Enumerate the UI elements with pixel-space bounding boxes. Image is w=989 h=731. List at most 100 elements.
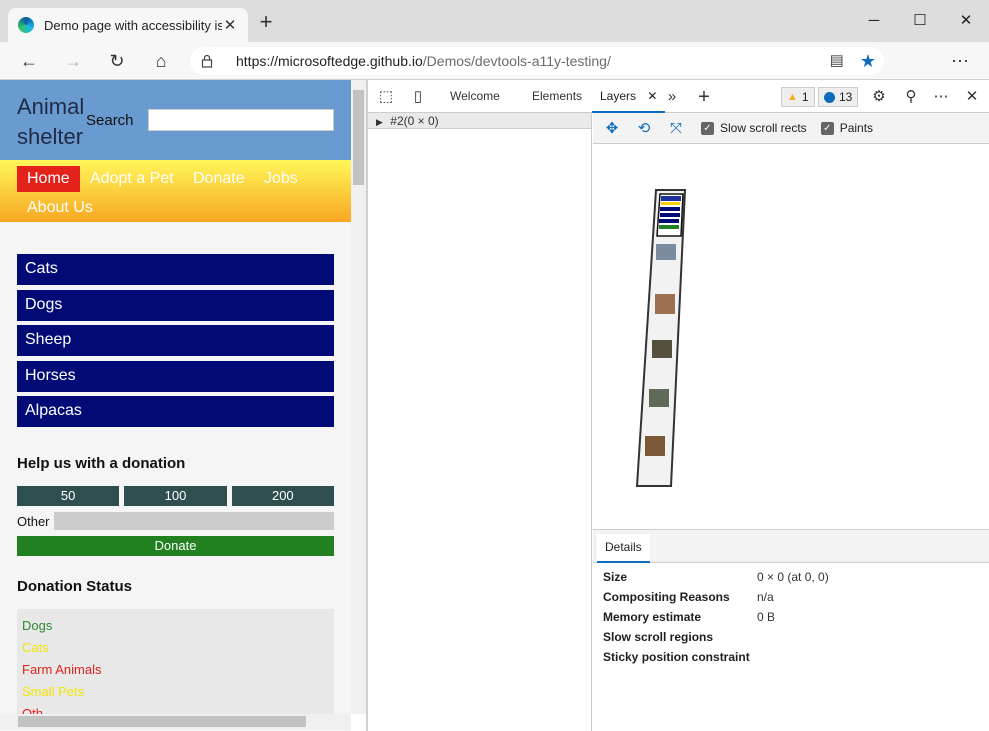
search-input[interactable] <box>148 109 334 131</box>
close-window-button[interactable]: ✕ <box>943 8 989 34</box>
tab-welcome[interactable]: Welcome <box>450 80 500 113</box>
tab-elements[interactable]: Elements <box>532 80 582 113</box>
nav-jobs[interactable]: Jobs <box>264 170 298 188</box>
amount-button-200[interactable]: 200 <box>231 486 334 506</box>
vertical-scroll-thumb[interactable] <box>353 90 364 185</box>
amount-button-100[interactable]: 100 <box>124 486 227 506</box>
warning-icon: ▲ <box>787 91 798 103</box>
site-nav: Home Adopt a Pet Donate Jobs About Us <box>0 160 351 222</box>
menu-item-sheep[interactable]: Sheep <box>17 325 334 356</box>
checkbox-checked-icon: ✓ <box>820 121 834 135</box>
slow-scroll-rects-label: Slow scroll rects <box>720 121 807 135</box>
address-bar[interactable]: https://microsoftedge.github.io/Demos/de… <box>190 47 884 75</box>
more-menu-button[interactable]: ⋯ <box>947 48 973 74</box>
slow-scroll-rects-checkbox[interactable]: ✓ Slow scroll rects <box>701 121 807 135</box>
details-key: Sticky position constraint <box>603 650 750 664</box>
details-row: Sticky position constraint <box>603 647 979 667</box>
site-header: Animal shelter Search <box>0 80 351 160</box>
menu-item-horses[interactable]: Horses <box>17 360 334 392</box>
web-page: Animal shelter Search Home Adopt a Pet D… <box>0 80 351 731</box>
devtools-panel: ⬚ ▯ Welcome Elements Layers ✕ » + ▲ 1 13… <box>368 80 989 731</box>
rotate-mode-icon[interactable]: ⟲ <box>633 119 655 137</box>
home-button[interactable]: ⌂ <box>148 48 174 74</box>
menu-item-cats[interactable]: Cats <box>17 254 334 285</box>
nav-donate[interactable]: Donate <box>193 170 245 188</box>
details-key: Size <box>603 570 628 584</box>
menu-item-alpacas[interactable]: Alpacas <box>17 396 334 427</box>
warnings-count: 1 <box>801 90 809 104</box>
forward-button[interactable]: → <box>60 48 86 74</box>
inspect-element-icon[interactable]: ⬚ <box>375 86 397 108</box>
back-button[interactable]: ← <box>16 48 42 74</box>
nav-adopt[interactable]: Adopt a Pet <box>90 170 174 188</box>
close-tab-icon[interactable]: ✕ <box>222 16 238 34</box>
details-value: 0 × 0 (at 0, 0) <box>757 570 829 584</box>
page-horizontal-scrollbar[interactable] <box>0 714 351 729</box>
more-options-icon[interactable]: ⋯ <box>930 86 952 108</box>
url-path: /Demos/devtools-a11y-testing/ <box>422 53 611 69</box>
layers-view: ✥ ⟲ ⤧ ✓ Slow scroll rects ✓ Paints Detai… <box>593 113 989 731</box>
more-tabs-icon[interactable]: » <box>661 86 683 108</box>
messages-count: 13 <box>839 90 853 104</box>
site-logo: Animal shelter <box>17 94 85 149</box>
details-value: 0 B <box>757 610 776 624</box>
donation-amounts: 50 100 200 <box>17 486 334 506</box>
donation-status-heading: Donation Status <box>17 578 132 595</box>
browser-tab[interactable]: Demo page with accessibility issu ✕ <box>8 8 248 42</box>
close-tab-icon[interactable]: ✕ <box>647 89 657 103</box>
add-tab-icon[interactable]: + <box>693 86 715 108</box>
refresh-button[interactable]: ↻ <box>104 48 130 74</box>
new-tab-button[interactable]: + <box>256 11 276 33</box>
status-item: Small Pets <box>22 684 85 699</box>
layers-tree: ▶ #2(0 × 0) <box>368 113 592 731</box>
minimize-button[interactable]: ─ <box>851 8 897 34</box>
status-item: Cats <box>22 640 49 655</box>
layer-3d-preview[interactable] <box>593 144 989 530</box>
animal-menu: Cats Dogs Sheep Horses Alpacas <box>0 222 351 427</box>
donate-button[interactable]: Donate <box>17 536 334 556</box>
other-label: Other <box>17 513 50 529</box>
nav-about[interactable]: About Us <box>27 199 93 217</box>
expand-arrow-icon[interactable]: ▶ <box>376 117 383 127</box>
settings-gear-icon[interactable]: ⚙ <box>868 86 890 108</box>
feedback-icon[interactable]: ⚲ <box>900 86 922 108</box>
tab-layers-label: Layers <box>600 89 637 103</box>
tab-layers[interactable]: Layers ✕ <box>592 80 666 113</box>
details-value: n/a <box>757 590 774 604</box>
other-amount-row: Other <box>17 512 334 530</box>
device-emulation-icon[interactable]: ▯ <box>407 86 429 108</box>
donation-heading: Help us with a donation <box>17 455 186 472</box>
edge-favicon-icon <box>18 17 34 33</box>
tab-title: Demo page with accessibility issu <box>44 17 222 33</box>
layer-label: #2(0 × 0) <box>390 114 439 128</box>
page-vertical-scrollbar[interactable] <box>351 80 366 714</box>
other-amount-input[interactable] <box>54 512 334 530</box>
reader-mode-icon[interactable]: ▤ <box>830 51 844 71</box>
paints-label: Paints <box>839 121 874 135</box>
warnings-badge[interactable]: ▲ 1 <box>781 87 815 107</box>
layers-3d-canvas[interactable] <box>593 144 989 530</box>
maximize-button[interactable]: ☐ <box>897 8 943 34</box>
details-row: Size 0 × 0 (at 0, 0) <box>603 567 979 587</box>
details-key: Slow scroll regions <box>603 630 714 644</box>
horizontal-scroll-thumb[interactable] <box>18 716 306 727</box>
layer-tree-row[interactable]: ▶ #2(0 × 0) <box>368 113 591 129</box>
details-row: Compositing Reasons n/a <box>603 587 979 607</box>
search-label: Search <box>86 112 134 129</box>
menu-item-dogs[interactable]: Dogs <box>17 289 334 321</box>
pan-mode-icon[interactable]: ✥ <box>601 119 623 137</box>
nav-home[interactable]: Home <box>17 166 80 192</box>
tab-details[interactable]: Details <box>597 534 650 563</box>
details-key: Memory estimate <box>603 610 702 624</box>
status-item: Farm Animals <box>22 662 102 677</box>
messages-badge[interactable]: 13 <box>818 87 859 107</box>
details-row: Slow scroll regions <box>603 627 979 647</box>
amount-button-50[interactable]: 50 <box>17 486 120 506</box>
lock-icon <box>201 54 213 68</box>
paints-checkbox[interactable]: ✓ Paints <box>820 121 874 135</box>
reset-transform-icon[interactable]: ⤧ <box>665 120 687 137</box>
close-devtools-icon[interactable]: ✕ <box>961 86 983 108</box>
message-icon <box>824 91 835 103</box>
address-toolbar: ← → ↻ ⌂ https://microsoftedge.github.io /… <box>0 42 989 80</box>
favorite-star-icon[interactable]: ★ <box>860 51 876 71</box>
